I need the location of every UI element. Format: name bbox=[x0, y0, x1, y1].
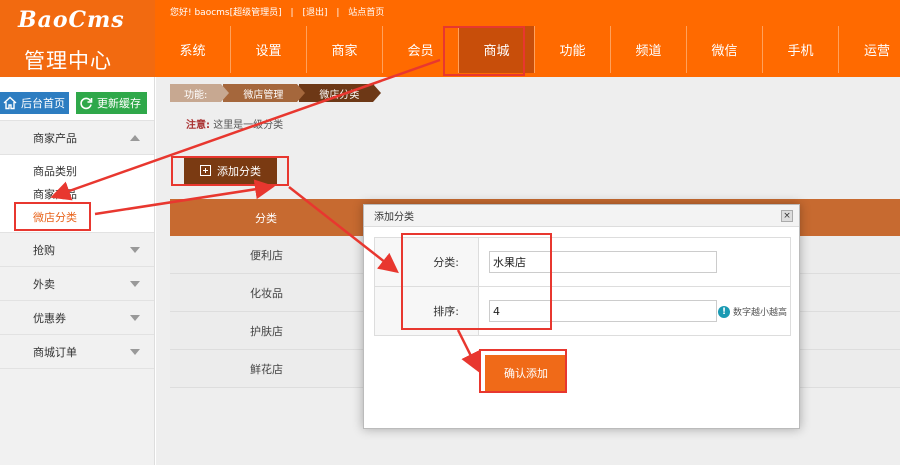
sidebar-group-mall-orders[interactable]: 商城订单 bbox=[0, 335, 154, 369]
sidebar-group-merchant-products[interactable]: 商家产品 bbox=[0, 121, 154, 155]
notice-text: 这里是一级分类 bbox=[213, 120, 284, 131]
sidebar-submenu: 商品类别 商家商品 微店分类 bbox=[0, 155, 154, 233]
top-nav: 系统 设置 商家 会员 商城 功能 频道 微信 手机 运营 bbox=[155, 26, 900, 73]
order-input[interactable] bbox=[489, 300, 717, 322]
sidebar-buttons: 后台首页 更新缓存 bbox=[0, 77, 154, 121]
nav-member[interactable]: 会员 bbox=[383, 26, 459, 73]
top-user-info: 您好! baocms[超级管理员] | [退出] | 站点首页 bbox=[170, 5, 390, 18]
breadcrumb-item[interactable]: 微店分类 bbox=[299, 84, 382, 102]
separator: | bbox=[336, 8, 340, 18]
breadcrumb-item: 功能: bbox=[170, 84, 230, 102]
sidebar-group-label: 商家产品 bbox=[33, 131, 77, 145]
sidebar-item-merchant-products[interactable]: 商家商品 bbox=[0, 182, 154, 205]
refresh-button-label: 更新缓存 bbox=[97, 97, 141, 110]
home-button[interactable]: 后台首页 bbox=[0, 92, 69, 114]
column-header-category: 分类 bbox=[255, 211, 277, 225]
add-category-dialog: 添加分类 × 分类: 排序: ! 数字越小越高 确认添加 bbox=[363, 204, 800, 429]
nav-mall[interactable]: 商城 bbox=[459, 26, 535, 73]
home-button-label: 后台首页 bbox=[21, 97, 65, 110]
top-header: BaoCms 管理中心 您好! baocms[超级管理员] | [退出] | 站… bbox=[0, 0, 900, 77]
sidebar-group-label: 外卖 bbox=[33, 277, 55, 291]
add-category-button[interactable]: 添加分类 bbox=[184, 157, 277, 184]
table-cell: 化妆品 bbox=[250, 286, 283, 300]
order-hint: ! 数字越小越高 bbox=[718, 305, 787, 318]
nav-operation[interactable]: 运营 bbox=[839, 26, 900, 73]
table-cell: 鲜花店 bbox=[250, 362, 283, 376]
nav-channel[interactable]: 频道 bbox=[611, 26, 687, 73]
sidebar-item-shop-category[interactable]: 微店分类 bbox=[0, 205, 154, 228]
sidebar-group-label: 抢购 bbox=[33, 243, 55, 257]
logo-brand: BaoCms bbox=[18, 7, 125, 33]
sidebar: 后台首页 更新缓存 商家产品 商品类别 商家商品 微店分类 抢购 外卖 优惠券 … bbox=[0, 77, 155, 465]
refresh-icon bbox=[79, 96, 93, 110]
sidebar-group-takeout[interactable]: 外卖 bbox=[0, 267, 154, 301]
logo-title: 管理中心 bbox=[24, 49, 112, 73]
nav-mobile[interactable]: 手机 bbox=[763, 26, 839, 73]
info-icon: ! bbox=[718, 305, 730, 318]
category-label: 分类: bbox=[375, 238, 479, 286]
chevron-down-icon bbox=[130, 349, 140, 355]
refresh-cache-button[interactable]: 更新缓存 bbox=[76, 92, 147, 114]
chevron-down-icon bbox=[130, 281, 140, 287]
notice-label: 注意: bbox=[186, 120, 210, 131]
sidebar-group-label: 商城订单 bbox=[33, 345, 77, 359]
sidebar-group-label: 优惠券 bbox=[33, 311, 66, 325]
chevron-down-icon bbox=[130, 315, 140, 321]
sidebar-group-flash-sale[interactable]: 抢购 bbox=[0, 233, 154, 267]
site-home-link[interactable]: 站点首页 bbox=[348, 8, 384, 18]
plus-icon bbox=[200, 165, 211, 176]
notice: 注意: 这里是一级分类 bbox=[186, 116, 283, 131]
separator: | bbox=[290, 8, 294, 18]
home-icon bbox=[3, 96, 17, 110]
order-hint-text: 数字越小越高 bbox=[733, 308, 788, 318]
nav-settings[interactable]: 设置 bbox=[231, 26, 307, 73]
table-cell: 护肤店 bbox=[250, 324, 283, 338]
nav-merchant[interactable]: 商家 bbox=[307, 26, 383, 73]
breadcrumb: 功能: 微店管理 微店分类 bbox=[170, 84, 382, 102]
sidebar-group-coupons[interactable]: 优惠券 bbox=[0, 301, 154, 335]
order-label: 排序: bbox=[375, 287, 479, 335]
breadcrumb-item[interactable]: 微店管理 bbox=[223, 84, 306, 102]
category-input[interactable] bbox=[489, 251, 717, 273]
chevron-down-icon bbox=[130, 247, 140, 253]
close-icon[interactable]: × bbox=[781, 210, 793, 222]
chevron-up-icon bbox=[130, 135, 140, 141]
dialog-title: 添加分类 bbox=[364, 205, 799, 227]
logout-link[interactable]: [退出] bbox=[302, 8, 327, 18]
nav-function[interactable]: 功能 bbox=[535, 26, 611, 73]
category-row: 分类: bbox=[374, 237, 791, 287]
sidebar-item-product-category[interactable]: 商品类别 bbox=[0, 159, 154, 182]
greeting-text: 您好! baocms[超级管理员] bbox=[170, 8, 282, 18]
add-category-label: 添加分类 bbox=[217, 164, 261, 178]
nav-system[interactable]: 系统 bbox=[155, 26, 231, 73]
logo: BaoCms 管理中心 bbox=[0, 0, 155, 77]
nav-wechat[interactable]: 微信 bbox=[687, 26, 763, 73]
table-cell: 便利店 bbox=[250, 248, 283, 262]
confirm-add-button[interactable]: 确认添加 bbox=[485, 355, 567, 391]
